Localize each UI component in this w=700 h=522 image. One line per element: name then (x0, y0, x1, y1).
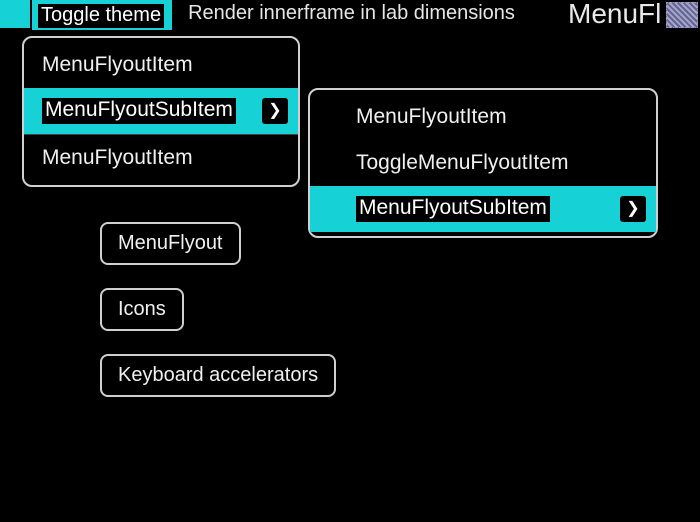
menu-item-label: MenuFlyoutItem (42, 146, 193, 170)
icons-button[interactable]: Icons (100, 288, 184, 331)
menu-subitem-active[interactable]: MenuFlyoutSubItem ❯ (24, 88, 298, 134)
selection-tool-icon[interactable] (666, 2, 698, 28)
top-bar: Toggle theme Render innerframe in lab di… (0, 0, 700, 34)
menu-item-label: MenuFlyoutItem (42, 53, 193, 77)
menu-item-label: ToggleMenuFlyoutItem (356, 151, 568, 175)
page-title-cropped: MenuFl (568, 0, 660, 30)
toggle-theme-button[interactable]: Toggle theme (32, 0, 172, 30)
menuflyout-button[interactable]: MenuFlyout (100, 222, 241, 265)
menu-flyout-primary: MenuFlyoutItem MenuFlyoutSubItem ❯ MenuF… (22, 36, 300, 187)
menu-item[interactable]: MenuFlyoutItem (310, 94, 656, 140)
menu-subitem-active[interactable]: MenuFlyoutSubItem ❯ (310, 186, 656, 232)
menu-item-label: MenuFlyoutSubItem (356, 196, 550, 222)
chevron-right-icon: ❯ (262, 98, 288, 124)
toggle-theme-label: Toggle theme (38, 4, 164, 28)
render-innerframe-label[interactable]: Render innerframe in lab dimensions (188, 2, 515, 25)
menu-item[interactable]: MenuFlyoutItem (24, 135, 298, 181)
top-accent-strip (0, 0, 30, 28)
menu-item-label: MenuFlyoutItem (356, 105, 507, 129)
keyboard-accelerators-button[interactable]: Keyboard accelerators (100, 354, 336, 397)
menu-item[interactable]: MenuFlyoutItem (24, 42, 298, 88)
chevron-right-icon: ❯ (620, 196, 646, 222)
menu-item-label: MenuFlyoutSubItem (42, 98, 236, 124)
toggle-menu-item[interactable]: ToggleMenuFlyoutItem (310, 140, 656, 186)
menu-flyout-cascading: MenuFlyoutItem ToggleMenuFlyoutItem Menu… (308, 88, 658, 238)
